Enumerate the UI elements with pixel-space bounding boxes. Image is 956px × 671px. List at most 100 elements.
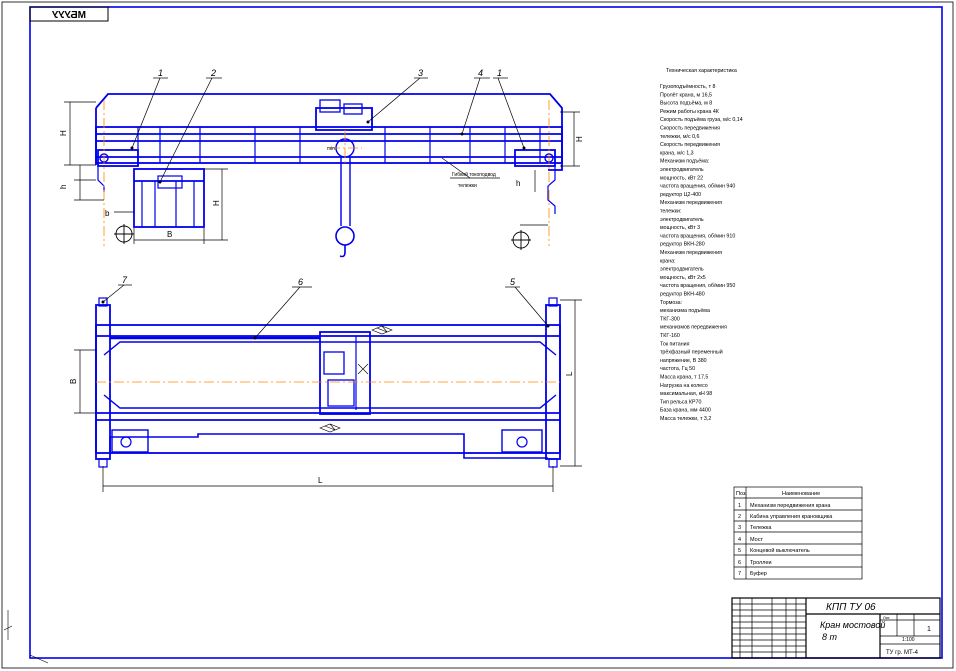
tech-spec-line: тележки: (660, 209, 681, 215)
dim-right-low: h (516, 179, 520, 188)
tech-spec-line: Скорость передвижения (660, 126, 720, 132)
plan-dimension-labels: B L L (69, 371, 574, 485)
callout-1-b: 1 (497, 68, 502, 78)
tech-spec-line: Механизм передвижения (660, 200, 722, 206)
tech-spec-line: редуктор Ц2-400 (660, 192, 701, 198)
title-org: ТУ гр. МТ-4 (886, 650, 919, 656)
tech-spec-line: частота, Гц 50 (660, 366, 695, 372)
tech-spec-line: частота вращения, об/мин 950 (660, 283, 735, 289)
tech-spec-line: механизма подъёма (660, 308, 710, 314)
tech-spec-line: механизмов передвижения (660, 325, 727, 331)
left-margin-marks (3, 610, 49, 664)
tech-spec-line: ТКГ-300 (660, 316, 680, 322)
cab-walkway-outline (109, 433, 548, 459)
inner-frame (29, 6, 943, 659)
callout-7: 7 (122, 275, 128, 285)
callout-2: 2 (210, 68, 216, 78)
tech-spec-line: электродвигатель (660, 167, 704, 173)
title-name-line1: Кран мостовой (820, 620, 885, 630)
dim-base-width: B (167, 230, 172, 239)
parts-table-text: Поз. Наименование 1 Механизм передвижени… (736, 491, 833, 577)
tech-spec-line: Режим работы крана 4К (660, 109, 720, 115)
tech-spec-line: Ток питания (660, 341, 690, 347)
callout-3: 3 (418, 68, 423, 78)
hook-note-min: min (327, 146, 335, 152)
parts-row-3-name: Тележка (750, 525, 772, 531)
tech-spec-line: Механизм подъёма: (660, 159, 709, 165)
hook-block (335, 226, 355, 246)
callout-4: 4 (478, 68, 483, 78)
dim-bottom-depth: B (69, 379, 78, 384)
tech-spec-line: мощность, кВт 2x5 (660, 275, 706, 281)
drive-unit-left (111, 429, 149, 453)
title-code: КПП ТУ 06 (826, 602, 876, 613)
tech-spec-line: крана, м/с 1,3 (660, 150, 694, 156)
tech-spec-line: Тип рельса КР70 (660, 399, 701, 405)
title-sheets-label: Лит. (883, 615, 890, 620)
tech-spec-line: ТКГ-160 (660, 333, 680, 339)
tech-spec-line: частота вращения, об/мин 910 (660, 233, 735, 239)
tech-specs-lines: Грузоподъёмность, т 8 Пролёт крана, м 16,… (660, 84, 743, 422)
parts-row-6-name: Троллеи (750, 560, 772, 566)
dim-left-height: H (59, 130, 68, 136)
parts-row-5-pos: 5 (738, 548, 741, 554)
tech-specs-title: Техническая характеристика (666, 68, 737, 74)
callout-5: 5 (510, 277, 516, 287)
tech-spec-line: крана: (660, 258, 676, 264)
tech-spec-line: мощность, кВт 22 (660, 175, 703, 181)
tech-spec-line: Масса тележки, т 3,2 (660, 416, 711, 422)
tech-spec-line: Скорость передвижения (660, 142, 720, 148)
title-sheet-number: 1 (927, 626, 931, 633)
callout-6: 6 (298, 277, 303, 287)
tech-spec-line: редуктор ВКН-480 (660, 292, 705, 298)
tech-specs: Техническая характеристика Грузоподъёмно… (660, 68, 743, 422)
parts-row-1-name: Механизм передвижения крана (750, 503, 831, 509)
drive-unit-right (501, 429, 543, 453)
tech-spec-line: электродвигатель (660, 217, 704, 223)
parts-row-4-pos: 4 (738, 537, 741, 543)
drawing-sheet: МБУУУ H h b B H H h min Гибкий токоподво… (1, 1, 954, 669)
tech-spec-line: редуктор ВКН-280 (660, 242, 705, 248)
tech-spec-line: Тормоза: (660, 300, 682, 306)
parts-row-1-pos: 1 (738, 503, 741, 509)
title-scale: 1:100 (902, 637, 915, 643)
outer-frame (1, 1, 954, 669)
parts-row-4-name: Мост (750, 537, 763, 543)
dim-left-small: b (105, 209, 110, 218)
tech-spec-line: Пролёт крана, м 16,5 (660, 92, 712, 98)
dim-left-low: h (59, 185, 68, 189)
tech-spec-line: электродвигатель (660, 267, 704, 273)
tech-spec-line: База крана, мм 4400 (660, 408, 711, 414)
tech-spec-line: Механизм передвижения (660, 250, 722, 256)
hook (339, 245, 346, 258)
dim-base-height: H (212, 200, 221, 206)
dim-right-height: H (575, 136, 584, 142)
tech-spec-line: трёхфазный переменный (660, 349, 723, 356)
tech-spec-line: Масса крана, т 17,5 (660, 375, 708, 381)
tech-spec-line: Скорость подъёма груза, м/с 0,14 (660, 117, 743, 123)
parts-row-2-pos: 2 (738, 514, 741, 520)
parts-row-5-name: Концевой выключатель (750, 547, 810, 554)
buffer-right-bottom (548, 458, 558, 468)
parts-header-name: Наименование (782, 491, 820, 497)
tech-spec-line: тележки, м/с 0,6 (660, 134, 700, 140)
parts-row-6-pos: 6 (738, 560, 741, 566)
tech-spec-line: напряжение, В 380 (660, 358, 707, 364)
callouts (102, 77, 549, 339)
tech-spec-line: Грузоподъёмность, т 8 (660, 84, 716, 90)
buffer-left-bottom (98, 458, 108, 468)
title-name-line2: 8 т (822, 632, 838, 642)
trolley-leader-line1: Гибкий токоподвод (452, 171, 496, 178)
tech-spec-line: частота вращения, об/мин 940 (660, 184, 735, 190)
tech-spec-line: Высота подъёма, м 8 (660, 101, 712, 107)
girder-top-profile (95, 93, 563, 171)
tech-spec-line: Нагрузка на колесо (660, 383, 708, 389)
dim-bottom-height: L (565, 371, 574, 376)
parts-row-7-name: Буфер (750, 571, 767, 577)
callout-1-a: 1 (158, 68, 163, 78)
tech-spec-line: максимальная, кН 98 (660, 391, 712, 397)
tech-spec-line: мощность, кВт 3 (660, 225, 700, 231)
dim-span: L (318, 476, 323, 485)
girder-front-plan (103, 341, 557, 356)
parts-row-2-name: Кабина управления крановщика (750, 514, 833, 520)
